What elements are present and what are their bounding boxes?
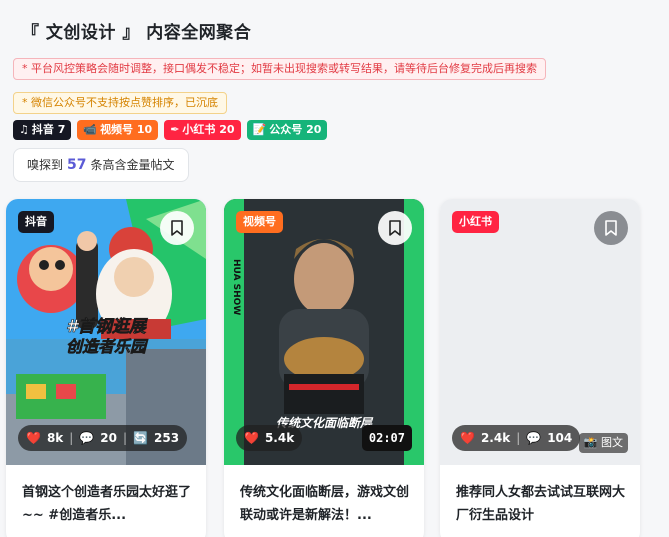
- post-stats: ❤️ 2.4k | 💬 104: [452, 425, 581, 451]
- bookmark-icon: [171, 220, 183, 236]
- tag-shipinhao[interactable]: 📹 视频号 10: [77, 120, 159, 140]
- comments-count: 20: [100, 431, 117, 445]
- type-label: 图文: [601, 436, 623, 449]
- heart-icon: ❤️: [460, 431, 475, 445]
- platform-badge: 视频号: [236, 211, 283, 233]
- image-text-badge: 📸 图文: [578, 433, 628, 453]
- result-count: 嗅探到 57 条高含金量帖文: [13, 148, 189, 182]
- likes-count: 2.4k: [480, 431, 511, 445]
- tag-label: 抖音 7: [31, 123, 66, 136]
- comments-count: 104: [547, 431, 573, 445]
- comment-icon: 💬: [79, 431, 95, 445]
- post-thumbnail: 小红书 ❤️ 2.4k | 💬 104 📸 图文: [440, 199, 640, 465]
- wechat-sort-notice: * 微信公众号不支持按点赞排序，已沉底: [13, 92, 227, 114]
- memo-icon: 📝: [252, 123, 267, 136]
- camera-icon: 📸: [583, 436, 598, 449]
- tag-label: 视频号 10: [100, 123, 153, 136]
- overlay-text-1: #首钢逛展: [66, 317, 148, 337]
- shares-count: 253: [154, 431, 180, 445]
- post-caption[interactable]: 首钢这个创造者乐园太好逛了~~ #创造者乐...: [22, 481, 194, 527]
- video-duration: 02:07: [361, 425, 412, 451]
- post-thumbnail: #首钢逛展 创造者乐园 抖音 ❤️ 8k | 💬 20 | 🔄 253: [6, 199, 206, 465]
- platform-badge: 小红书: [452, 211, 499, 233]
- share-icon: 🔄: [133, 431, 148, 445]
- post-thumbnail: HUA SHOW 传统文化面临断层 视频号 ❤️ 5.4k 02:07: [224, 199, 424, 465]
- tag-label: 公众号 20: [269, 123, 322, 136]
- pen-icon: ✒: [170, 123, 180, 136]
- video-camera-icon: 📹: [83, 123, 98, 136]
- count-prefix: 嗅探到: [27, 158, 64, 172]
- music-note-icon: ♫: [19, 123, 29, 136]
- post-caption[interactable]: 传统文化面临断层，游戏文创联动或许是新解法！...: [240, 481, 412, 527]
- tag-douyin[interactable]: ♫ 抖音 7: [13, 120, 72, 140]
- heart-icon: ❤️: [26, 431, 41, 445]
- post-card-shipinhao[interactable]: HUA SHOW 传统文化面临断层 视频号 ❤️ 5.4k 02:07 传统文化…: [224, 199, 424, 537]
- bookmark-icon: [389, 220, 401, 236]
- platform-badge: 抖音: [18, 211, 54, 233]
- page-title: 『 文创设计 』 内容全网聚合: [22, 23, 252, 43]
- post-caption[interactable]: 推荐同人女都去试试互联网大厂衍生品设计: [456, 481, 628, 527]
- heart-icon: ❤️: [244, 431, 259, 445]
- count-suffix: 条高含金量帖文: [90, 158, 175, 172]
- post-card-douyin[interactable]: #首钢逛展 创造者乐园 抖音 ❤️ 8k | 💬 20 | 🔄 253 首钢这个…: [6, 199, 206, 537]
- likes-count: 5.4k: [264, 431, 295, 445]
- platform-filter-tags: ♫ 抖音 7 📹 视频号 10 ✒ 小红书 20 📝 公众号 20: [13, 120, 328, 140]
- tag-gongzhonghao[interactable]: 📝 公众号 20: [246, 120, 328, 140]
- tag-label: 小红书 20: [182, 123, 235, 136]
- bookmark-button[interactable]: [378, 211, 412, 245]
- post-card-xiaohongshu[interactable]: 小红书 ❤️ 2.4k | 💬 104 📸 图文 推荐同人女都去试试互联网大厂衍…: [440, 199, 640, 537]
- bookmark-button[interactable]: [594, 211, 628, 245]
- side-text: HUA SHOW: [231, 259, 241, 315]
- likes-count: 8k: [46, 431, 64, 445]
- tag-xiaohongshu[interactable]: ✒ 小红书 20: [164, 120, 241, 140]
- overlay-text-2: 创造者乐园: [66, 337, 149, 356]
- risk-notice: * 平台风控策略会随时调整，接口偶发不稳定；如暂未出现搜索或转写结果，请等待后台…: [13, 58, 546, 80]
- bookmark-icon: [605, 220, 617, 236]
- count-number: 57: [67, 157, 87, 173]
- post-stats: ❤️ 5.4k: [236, 425, 303, 451]
- post-stats: ❤️ 8k | 💬 20 | 🔄 253: [18, 425, 188, 451]
- bookmark-button[interactable]: [160, 211, 194, 245]
- comment-icon: 💬: [526, 431, 542, 445]
